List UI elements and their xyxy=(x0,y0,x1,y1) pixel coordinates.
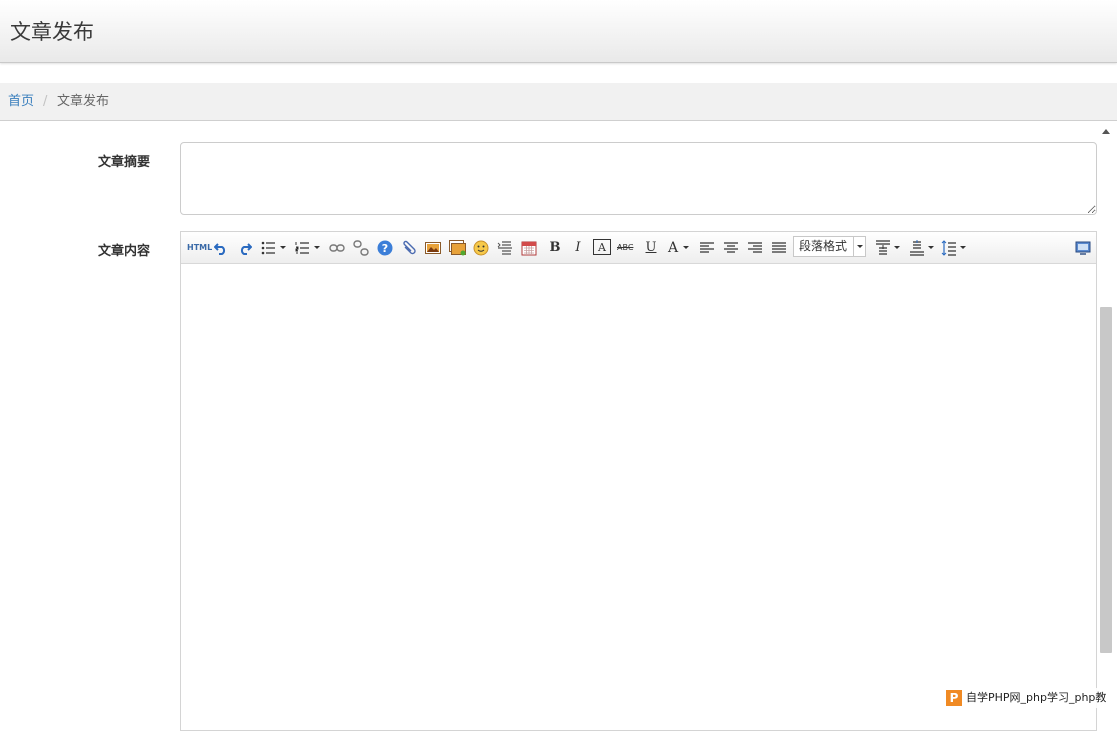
watermark: P 自学PHP网_php学习_php教 xyxy=(946,688,1111,708)
paragraph-format-select[interactable]: 段落格式 xyxy=(793,236,866,257)
align-right-icon[interactable] xyxy=(747,239,763,256)
watermark-logo-icon: P xyxy=(946,690,962,706)
border-icon[interactable]: A xyxy=(593,239,611,255)
attachment-icon[interactable] xyxy=(401,239,417,256)
source-html-icon[interactable]: HTML xyxy=(187,239,212,256)
strikethrough-icon[interactable]: ABC xyxy=(617,239,633,256)
breadcrumb-current: 文章发布 xyxy=(57,94,110,109)
undo-icon[interactable] xyxy=(213,239,229,256)
svg-text:?: ? xyxy=(382,242,388,255)
page-break-icon[interactable] xyxy=(497,239,513,256)
emoticon-icon[interactable] xyxy=(473,239,489,256)
line-height-icon[interactable] xyxy=(941,239,966,256)
vertical-scrollbar[interactable] xyxy=(1098,121,1117,712)
editor-toolbar: HTML ? B I A ABC U A 段落格式 xyxy=(181,232,1096,264)
font-color-icon[interactable]: A xyxy=(668,239,690,256)
italic-icon[interactable]: I xyxy=(570,239,586,256)
font-color-label: A xyxy=(668,239,679,256)
summary-textarea[interactable] xyxy=(180,142,1097,215)
breadcrumb-separator: / xyxy=(43,94,48,109)
breadcrumb-home-link[interactable]: 首页 xyxy=(8,83,34,120)
unordered-list-icon[interactable] xyxy=(261,239,286,256)
rich-text-editor: HTML ? B I A ABC U A 段落格式 xyxy=(180,231,1097,731)
redo-icon[interactable] xyxy=(237,239,253,256)
help-icon[interactable]: ? xyxy=(377,239,393,256)
row-spacing-bottom-icon[interactable] xyxy=(909,239,934,256)
page-header: 文章发布 xyxy=(0,0,1117,63)
ordered-list-icon[interactable] xyxy=(295,239,320,256)
bold-icon[interactable]: B xyxy=(547,239,563,256)
page-title: 文章发布 xyxy=(10,20,94,44)
link-icon[interactable] xyxy=(329,239,345,256)
underline-icon[interactable]: U xyxy=(643,239,659,256)
multi-image-icon[interactable] xyxy=(449,239,467,256)
chevron-down-icon xyxy=(853,237,865,256)
align-left-icon[interactable] xyxy=(699,239,715,256)
row-spacing-top-icon[interactable] xyxy=(875,239,900,256)
fullscreen-icon[interactable] xyxy=(1075,239,1091,256)
watermark-text: 自学PHP网_php学习_php教 xyxy=(966,691,1107,704)
unlink-icon[interactable] xyxy=(353,239,369,256)
summary-label: 文章摘要 xyxy=(97,155,150,170)
scroll-up-arrow-icon[interactable] xyxy=(1102,129,1110,134)
content-label: 文章内容 xyxy=(97,244,150,259)
paragraph-format-value: 段落格式 xyxy=(799,239,848,253)
editor-content-area[interactable] xyxy=(181,264,1096,730)
justify-icon[interactable] xyxy=(771,239,787,256)
breadcrumb: 首页 / 文章发布 xyxy=(0,83,1117,121)
scroll-thumb[interactable] xyxy=(1100,307,1112,653)
image-icon[interactable] xyxy=(425,239,441,256)
align-center-icon[interactable] xyxy=(723,239,739,256)
date-icon[interactable] xyxy=(521,239,537,256)
